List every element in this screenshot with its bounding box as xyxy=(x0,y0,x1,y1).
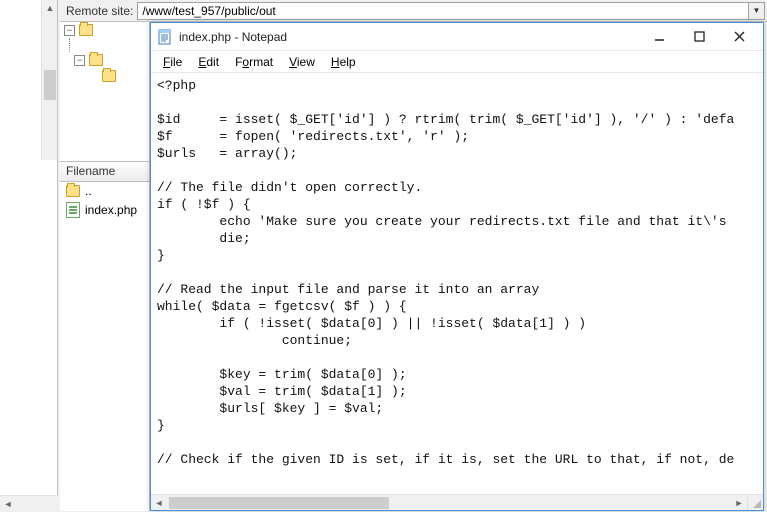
notepad-window: index.php - Notepad File Edit Format Vie… xyxy=(150,22,764,511)
list-item[interactable]: index.php xyxy=(60,200,149,220)
notepad-text-area[interactable]: <?php $id = isset( $_GET['id'] ) ? rtrim… xyxy=(151,73,763,494)
filelist-item-label: index.php xyxy=(85,203,137,217)
notepad-body: <?php $id = isset( $_GET['id'] ) ? rtrim… xyxy=(151,73,763,510)
resize-grip-icon[interactable] xyxy=(747,494,763,510)
notepad-title: index.php - Notepad xyxy=(179,30,639,44)
menu-file[interactable]: File xyxy=(157,53,188,71)
menu-format[interactable]: Format xyxy=(229,53,279,71)
remote-path-dropdown[interactable]: ▼ xyxy=(749,2,765,20)
notepad-hscroll[interactable]: ◄ ► xyxy=(151,494,747,510)
list-item-parent[interactable]: .. xyxy=(60,182,149,200)
folder-icon xyxy=(79,24,93,36)
menu-edit[interactable]: Edit xyxy=(192,53,225,71)
scroll-right-icon[interactable]: ► xyxy=(731,495,747,510)
remote-site-label: Remote site: xyxy=(62,4,137,18)
notepad-titlebar[interactable]: index.php - Notepad xyxy=(151,23,763,51)
tree-row[interactable]: − xyxy=(60,52,149,68)
php-file-icon xyxy=(66,202,80,218)
minimize-button[interactable] xyxy=(639,25,679,49)
remote-path-input[interactable] xyxy=(137,2,749,20)
tree-expander-icon[interactable]: − xyxy=(64,25,75,36)
minimize-icon xyxy=(654,31,665,42)
menu-view[interactable]: View xyxy=(283,53,321,71)
notepad-menubar: File Edit Format View Help xyxy=(151,51,763,73)
folder-icon xyxy=(66,185,80,197)
tree-row[interactable]: − xyxy=(60,22,149,38)
tree-expander-icon[interactable]: − xyxy=(74,55,85,66)
filelist-parent-label: .. xyxy=(85,184,92,198)
tree-line xyxy=(69,38,70,52)
remote-site-bar: Remote site: ▼ xyxy=(60,0,767,22)
maximize-button[interactable] xyxy=(679,25,719,49)
scroll-left-icon[interactable]: ◄ xyxy=(0,496,16,512)
notepad-app-icon xyxy=(157,29,173,45)
filelist-header-filename[interactable]: Filename xyxy=(60,162,149,182)
close-icon xyxy=(734,31,745,42)
scroll-left-icon[interactable]: ◄ xyxy=(151,495,167,510)
close-button[interactable] xyxy=(719,25,759,49)
folder-icon xyxy=(89,54,103,66)
remote-filelist: Filename .. index.php xyxy=(60,162,150,511)
local-scrollbar-vertical[interactable]: ▲ xyxy=(41,0,57,160)
menu-help[interactable]: Help xyxy=(325,53,362,71)
scroll-up-icon[interactable]: ▲ xyxy=(42,0,58,16)
local-scrollbar-horizontal[interactable]: ◄ xyxy=(0,495,58,511)
scroll-thumb[interactable] xyxy=(169,497,389,509)
tree-row[interactable] xyxy=(60,68,149,84)
scroll-thumb[interactable] xyxy=(44,70,56,100)
folder-icon xyxy=(102,70,116,82)
maximize-icon xyxy=(694,31,705,42)
local-pane: ▲ ◄ xyxy=(0,0,58,511)
remote-tree: − − xyxy=(60,22,150,162)
